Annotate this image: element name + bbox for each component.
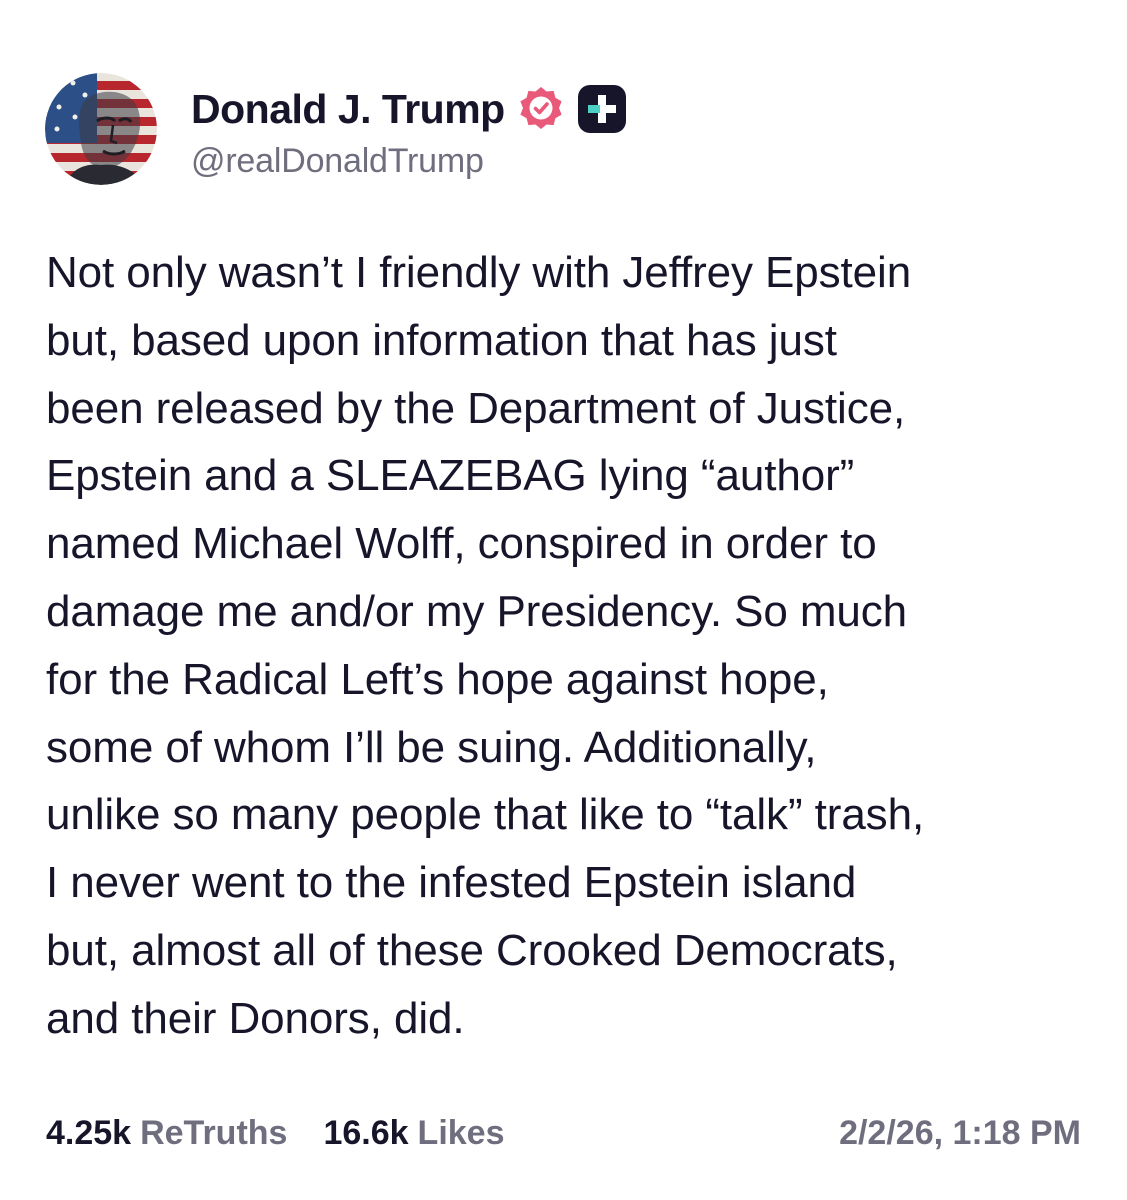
author-handle[interactable]: @realDonaldTrump — [191, 142, 484, 181]
author-avatar[interactable] — [45, 73, 157, 185]
verified-badge-icon — [517, 85, 565, 133]
likes-label: Likes — [417, 1113, 505, 1152]
flag-portrait-avatar-icon — [45, 73, 157, 185]
author-display-name[interactable]: Donald J. Trump — [191, 86, 505, 133]
truth-post: Donald J. Trump @realDonaldTrump Not onl… — [0, 0, 1127, 1200]
truth-plus-badge-icon — [577, 84, 627, 134]
retruths-stat[interactable]: 4.25k ReTruths — [46, 1114, 287, 1153]
retruths-count: 4.25k — [46, 1113, 132, 1152]
likes-count: 16.6k — [323, 1113, 409, 1152]
post-footer: 4.25k ReTruths 16.6k Likes 2/2/26, 1:18 … — [46, 1110, 1081, 1156]
author-name-row: Donald J. Trump — [191, 82, 627, 136]
post-body-text: Not only wasn’t I friendly with Jeffrey … — [46, 248, 925, 1043]
likes-stat[interactable]: 16.6k Likes — [323, 1114, 504, 1153]
retruths-label: ReTruths — [140, 1113, 288, 1152]
post-timestamp[interactable]: 2/2/26, 1:18 PM — [839, 1114, 1081, 1153]
